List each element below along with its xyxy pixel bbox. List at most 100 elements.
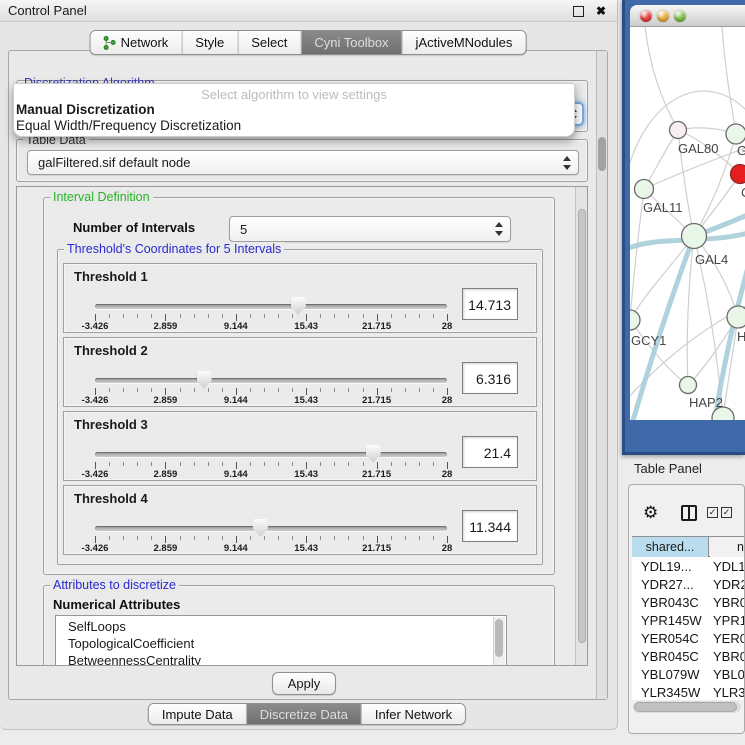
- inner-scrollbar[interactable]: [575, 187, 588, 666]
- threshold-value-field[interactable]: 11.344: [462, 510, 518, 542]
- table-row[interactable]: YER054CYER0: [632, 629, 745, 647]
- network-node[interactable]: [727, 306, 745, 328]
- table-row[interactable]: YDR27...YDR2: [632, 575, 745, 593]
- tab-infer-network[interactable]: Infer Network: [361, 704, 465, 724]
- tick-minor: [292, 536, 293, 540]
- table-row[interactable]: YLR345WYLR3: [632, 683, 745, 700]
- table-row[interactable]: YBR043CYBR0: [632, 593, 745, 611]
- tick-minor: [250, 388, 251, 392]
- slider-thumb[interactable]: [253, 519, 268, 537]
- column-header-shared-name[interactable]: shared...: [632, 537, 709, 557]
- zoom-traffic-light-icon[interactable]: [674, 10, 686, 22]
- table-row[interactable]: YDL19...YDL1: [632, 557, 745, 575]
- table-horizontal-scrollbar[interactable]: [633, 701, 741, 713]
- gear-icon[interactable]: [643, 503, 658, 523]
- slider-track[interactable]: [95, 452, 447, 457]
- tab-select[interactable]: Select: [237, 31, 300, 54]
- split-table-icon[interactable]: [681, 505, 697, 521]
- network-edge: [630, 189, 644, 320]
- numerical-attributes-list[interactable]: SelfLoops TopologicalCoefficient Betweenne…: [55, 615, 507, 666]
- tick-major: [447, 536, 448, 543]
- tick-minor: [363, 314, 364, 318]
- outer-scrollbar[interactable]: [596, 51, 607, 699]
- tick-label: 15.43: [284, 543, 328, 554]
- column-header-name[interactable]: n: [710, 537, 745, 557]
- tick-major: [236, 462, 237, 469]
- attributes-scrollbar[interactable]: [493, 617, 505, 666]
- threshold-value-field[interactable]: 6.316: [462, 362, 518, 394]
- table-row[interactable]: YBL079WYBL0: [632, 665, 745, 683]
- network-node[interactable]: [670, 122, 687, 139]
- network-node[interactable]: [635, 180, 654, 199]
- attribute-item[interactable]: SelfLoops: [68, 619, 126, 634]
- tab-discretize-data[interactable]: Discretize Data: [246, 704, 361, 724]
- num-intervals-combo[interactable]: 5: [229, 216, 511, 242]
- network-node[interactable]: [682, 224, 707, 249]
- tick-minor: [292, 462, 293, 466]
- tick-minor: [419, 462, 420, 466]
- tick-label: 28: [425, 469, 469, 480]
- tab-style[interactable]: Style: [181, 31, 237, 54]
- node-label: C: [741, 185, 745, 200]
- tick-minor: [151, 462, 152, 466]
- cell-name: YDR2: [713, 577, 745, 592]
- table-data-combo[interactable]: galFiltered.sif default node: [27, 150, 579, 175]
- checkbox-icon[interactable]: [721, 507, 732, 518]
- node-label: HAP2: [689, 395, 723, 410]
- network-graph[interactable]: GAL80GCGAL11GAL4GCY1HHAP2: [630, 27, 745, 420]
- tab-impute-data[interactable]: Impute Data: [149, 704, 246, 724]
- slider-thumb[interactable]: [366, 445, 381, 463]
- tick-major: [95, 462, 96, 469]
- node-label: GAL4: [695, 252, 728, 267]
- tick-label: -3.426: [73, 321, 117, 332]
- tick-label: 21.715: [355, 543, 399, 554]
- tick-minor: [405, 314, 406, 318]
- dropdown-option[interactable]: Equal Width/Frequency Discretization: [16, 118, 241, 133]
- tick-label: 9.144: [214, 543, 258, 554]
- tick-label: 28: [425, 543, 469, 554]
- slider-track[interactable]: [95, 378, 447, 383]
- inner-scrollbar-thumb[interactable]: [578, 209, 586, 643]
- slider-track[interactable]: [95, 526, 447, 531]
- threshold-box: Threshold 4-3.4262.8599.14415.4321.71528…: [63, 485, 537, 555]
- network-node[interactable]: [726, 124, 745, 144]
- panel-title: Control Panel: [8, 3, 87, 18]
- tick-minor: [348, 536, 349, 540]
- network-node[interactable]: [680, 377, 697, 394]
- tab-network[interactable]: Network: [91, 31, 182, 54]
- attribute-item[interactable]: TopologicalCoefficient: [68, 636, 194, 651]
- tab-jactivemnodules[interactable]: jActiveMNodules: [402, 31, 526, 54]
- threshold-value-field[interactable]: 14.713: [462, 288, 518, 320]
- tick-label: 21.715: [355, 321, 399, 332]
- dropdown-option[interactable]: Manual Discretization: [16, 102, 155, 117]
- table-row[interactable]: YPR145WYPR1: [632, 611, 745, 629]
- slider-track[interactable]: [95, 304, 447, 309]
- slider-thumb[interactable]: [197, 371, 212, 389]
- network-canvas[interactable]: GAL80GCGAL11GAL4GCY1HHAP2: [630, 27, 745, 420]
- network-node[interactable]: [630, 310, 640, 330]
- attribute-item[interactable]: BetweennessCentrality: [68, 653, 201, 666]
- close-icon[interactable]: [596, 5, 609, 18]
- tick-minor: [363, 462, 364, 466]
- tick-major: [306, 462, 307, 469]
- tick-label: 2.859: [143, 395, 187, 406]
- attributes-scrollbar-thumb[interactable]: [495, 619, 503, 657]
- table-row[interactable]: YBR045CYBR0: [632, 647, 745, 665]
- network-node[interactable]: [731, 165, 745, 184]
- apply-button[interactable]: Apply: [272, 672, 336, 695]
- table-rows: YDL19...YDL1YDR27...YDR2YBR043CYBR0YPR14…: [632, 557, 745, 700]
- minimize-traffic-light-icon[interactable]: [657, 10, 669, 22]
- tab-cyni-toolbox[interactable]: Cyni Toolbox: [300, 31, 401, 54]
- threshold-value-field[interactable]: 21.4: [462, 436, 518, 468]
- bottom-tab-bar: Impute DataDiscretize DataInfer Network: [148, 703, 466, 725]
- tick-minor: [137, 536, 138, 540]
- checkbox-icon[interactable]: [707, 507, 718, 518]
- table-horizontal-scrollbar-thumb[interactable]: [634, 702, 737, 712]
- float-window-icon[interactable]: [572, 5, 585, 18]
- tick-label: 2.859: [143, 321, 187, 332]
- cell-shared-name: YBR045C: [641, 649, 699, 664]
- slider-thumb[interactable]: [291, 297, 306, 315]
- close-traffic-light-icon[interactable]: [640, 10, 652, 22]
- tick-minor: [320, 388, 321, 392]
- outer-scrollbar-thumb[interactable]: [598, 137, 606, 171]
